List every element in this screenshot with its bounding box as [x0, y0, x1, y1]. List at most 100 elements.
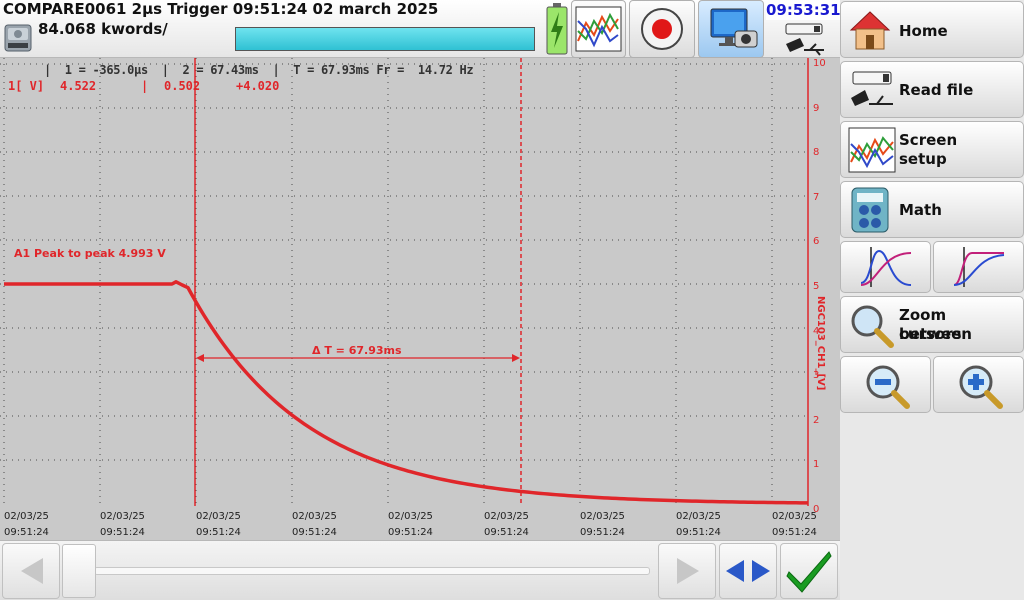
- cursor-move-button[interactable]: [719, 543, 777, 599]
- x-tick-date: 02/03/25: [388, 511, 433, 522]
- calculator-icon: [851, 187, 889, 233]
- math-label: Math: [899, 201, 942, 219]
- x-tick-time: 09:51:24: [676, 527, 721, 538]
- x-tick-date: 02/03/25: [676, 511, 721, 522]
- x-tick-time: 09:51:24: [292, 527, 337, 538]
- side-panel: Home Read file Screen setup Math Zoom be…: [840, 0, 1024, 600]
- y-tick-label: 7: [813, 191, 820, 203]
- zoom-out-icon: [866, 365, 910, 409]
- arrow-right-icon: [677, 558, 699, 584]
- recorder-screen: COMPARE0061 2µs Trigger 09:51:24 02 marc…: [0, 0, 1024, 600]
- zoom-label-line2: cursors: [899, 325, 962, 343]
- x-tick-label: 02/03/25 09:51:24: [580, 509, 625, 540]
- y-tick-label: 8: [813, 147, 820, 159]
- screen-setup-chart-icon: [848, 127, 896, 173]
- x-tick-date: 02/03/25: [196, 511, 241, 522]
- memory-kwords: 84.068 kwords/: [38, 20, 168, 38]
- screenshot-button[interactable]: [698, 0, 764, 58]
- magnifier-icon: [851, 305, 894, 348]
- graph-area[interactable]: | 1 = -365.0µs | 2 = 67.43ms | T = 67.93…: [0, 58, 840, 540]
- acquisition-progress-bar: [235, 27, 535, 51]
- x-tick-time: 09:51:24: [484, 527, 529, 538]
- x-tick-time: 09:51:24: [100, 527, 145, 538]
- zoom-between-cursors-button[interactable]: Zoom between cursors: [840, 296, 1024, 353]
- cursor-info: | 1 = -365.0µs | 2 = 67.43ms | T = 67.93…: [44, 63, 474, 77]
- x-tick-label: 02/03/25 09:51:24: [196, 509, 241, 540]
- y-tick-label: 1: [813, 459, 820, 471]
- x-tick-date: 02/03/25: [100, 511, 145, 522]
- monitor-camera-icon: [710, 8, 758, 48]
- signal-trace: [4, 280, 809, 505]
- cursor1-value: 4.522: [60, 79, 97, 93]
- curve-peak-icon: [860, 247, 912, 287]
- home-icon: [849, 11, 891, 50]
- x-tick-time: 09:51:24: [4, 527, 49, 538]
- bottom-bar: [0, 540, 840, 600]
- multi-trace-chart-icon: [575, 6, 622, 52]
- screen-setup-label-line2: setup: [899, 150, 947, 168]
- y-tick-label: 9: [813, 102, 820, 114]
- curve-fit-button-1[interactable]: [840, 241, 931, 293]
- record-title: COMPARE0061 2µs Trigger 09:51:24 02 marc…: [3, 0, 439, 18]
- screen-setup-button[interactable]: Screen setup: [840, 121, 1024, 178]
- scroll-thumb[interactable]: [62, 544, 96, 598]
- x-tick-date: 02/03/25: [292, 511, 337, 522]
- zoom-in-icon: [959, 365, 1003, 409]
- math-button[interactable]: Math: [840, 181, 1024, 238]
- x-tick-label: 02/03/25 09:51:24: [4, 509, 49, 540]
- cursor-separator: |: [141, 79, 149, 93]
- x-tick-time: 09:51:24: [580, 527, 625, 538]
- x-tick-time: 09:51:24: [772, 527, 817, 538]
- scroll-left-button[interactable]: [2, 543, 60, 599]
- x-tick-time: 09:51:24: [388, 527, 433, 538]
- scroll-right-button[interactable]: [658, 543, 716, 599]
- x-tick-date: 02/03/25: [4, 511, 49, 522]
- delta-t-arrow-left-head: [196, 354, 204, 362]
- plot-canvas: [0, 58, 809, 506]
- top-bar: COMPARE0061 2µs Trigger 09:51:24 02 marc…: [0, 0, 841, 58]
- arrow-left-icon: [21, 558, 43, 584]
- hard-drive-icon: [4, 24, 32, 52]
- delta-value: +4.020: [236, 79, 280, 93]
- x-tick-date: 02/03/25: [772, 511, 817, 522]
- home-label: Home: [899, 22, 948, 40]
- x-tick-date: 02/03/25: [580, 511, 625, 522]
- progress-fill: [236, 28, 534, 50]
- peak-to-peak-annotation: A1 Peak to peak 4.993 V: [14, 247, 166, 260]
- left-right-arrows-icon: [726, 560, 770, 582]
- record-icon: [641, 8, 683, 50]
- zoom-in-button[interactable]: [933, 356, 1024, 413]
- screen-setup-label-line1: Screen: [899, 131, 958, 149]
- usb-icon: [785, 23, 824, 56]
- chart-view-button[interactable]: [571, 0, 626, 58]
- home-button[interactable]: Home: [840, 1, 1024, 58]
- y-tick-label: 2: [813, 414, 820, 426]
- delta-t-annotation: Δ T = 67.93ms: [312, 344, 402, 357]
- y-tick-label: 5: [813, 281, 820, 292]
- x-tick-label: 02/03/25 09:51:24: [484, 509, 529, 540]
- clock: 09:53:31: [766, 1, 841, 20]
- confirm-button[interactable]: [780, 543, 838, 599]
- record-button[interactable]: [629, 0, 695, 58]
- x-tick-label: 02/03/25 09:51:24: [772, 509, 817, 540]
- curve-fit-button-2[interactable]: [933, 241, 1024, 293]
- channel-label: 1[ V]: [8, 79, 45, 93]
- zoom-out-button[interactable]: [840, 356, 931, 413]
- usb-drive-icon: [851, 71, 893, 106]
- y-tick-label: 10: [813, 58, 826, 69]
- x-tick-label: 02/03/25 09:51:24: [292, 509, 337, 540]
- x-tick-date: 02/03/25: [484, 511, 529, 522]
- cursor2-value: 0.502: [164, 79, 201, 93]
- read-file-button[interactable]: Read file: [840, 61, 1024, 118]
- scroll-track[interactable]: [94, 567, 650, 575]
- checkmark-icon: [786, 551, 832, 593]
- curve-rise-icon: [953, 247, 1005, 287]
- x-tick-label: 02/03/25 09:51:24: [100, 509, 145, 540]
- battery-charging-icon: [546, 3, 568, 55]
- read-file-label: Read file: [899, 81, 974, 99]
- x-tick-label: 02/03/25 09:51:24: [388, 509, 433, 540]
- y-axis-label: NGC103_CH1_[V]: [815, 296, 826, 391]
- x-tick-label: 02/03/25 09:51:24: [676, 509, 721, 540]
- y-tick-label: 6: [813, 236, 820, 248]
- x-tick-time: 09:51:24: [196, 527, 241, 538]
